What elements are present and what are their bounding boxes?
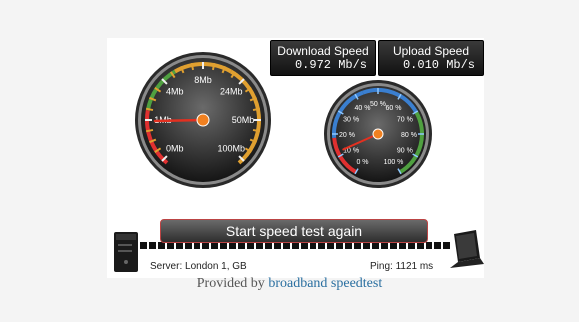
upload-needle-hub <box>372 128 384 140</box>
upload-scale-label: 60 % <box>386 105 402 112</box>
speed-readouts: Download Speed 0.972 Mb/s Upload Speed 0… <box>270 40 484 76</box>
download-needle-hub <box>196 113 210 127</box>
download-value: 0.972 Mb/s <box>294 58 367 72</box>
upload-label: Upload Speed <box>392 44 470 58</box>
download-label: Download Speed <box>277 44 369 58</box>
download-tick <box>145 128 154 133</box>
upload-scale-label: 20 % <box>339 132 355 139</box>
download-scale-label: 100Mb <box>218 143 246 153</box>
upload-readout: Upload Speed 0.010 Mb/s <box>378 40 484 76</box>
download-scale-label: 8Mb <box>194 75 212 85</box>
upload-gauge: 0 % 10 % 20 % 30 % 40 % 50 % 60 % 70 % 80 % 90 % 1… <box>308 80 448 188</box>
upload-scale-label: 50 % <box>370 101 386 108</box>
desktop-tower-icon <box>112 228 142 274</box>
download-tick <box>145 107 154 112</box>
cable-segment <box>425 241 433 249</box>
footer: Provided by broadband speedtest <box>0 276 579 292</box>
cable-segment <box>148 241 156 249</box>
upload-value: 0.010 Mb/s <box>402 58 475 72</box>
download-scale-label: 24Mb <box>220 87 243 97</box>
upload-scale-label: 0 % <box>356 159 368 166</box>
upload-scale-label: 70 % <box>397 117 413 124</box>
upload-scale-label: 40 % <box>355 105 371 112</box>
upload-scale-label: 100 % <box>384 159 404 166</box>
cable-segment <box>140 241 147 249</box>
upload-scale-label: 80 % <box>401 132 417 139</box>
cable-segment <box>434 241 442 249</box>
download-tick <box>252 128 261 133</box>
download-scale-label: 0Mb <box>166 143 184 153</box>
download-tick <box>190 62 195 71</box>
upload-scale-label: 90 % <box>397 148 413 155</box>
download-tick <box>252 107 261 112</box>
download-scale-label: 4Mb <box>166 87 184 97</box>
footer-prefix: Provided by <box>196 276 269 291</box>
laptop-icon <box>448 228 486 274</box>
download-gauge: 0Mb1Mb4Mb8Mb24Mb50Mb100Mb <box>117 50 289 190</box>
download-needle <box>153 118 205 123</box>
upload-scale-label: 30 % <box>343 117 359 124</box>
ping-label: Ping: 1121 ms <box>370 261 434 272</box>
start-speed-test-button[interactable]: Start speed test again <box>160 219 428 243</box>
server-label: Server: London 1, GB <box>150 261 247 272</box>
download-tick <box>211 62 216 71</box>
download-scale-label: 50Mb <box>232 115 255 125</box>
broadband-speedtest-link[interactable]: broadband speedtest <box>268 276 382 291</box>
